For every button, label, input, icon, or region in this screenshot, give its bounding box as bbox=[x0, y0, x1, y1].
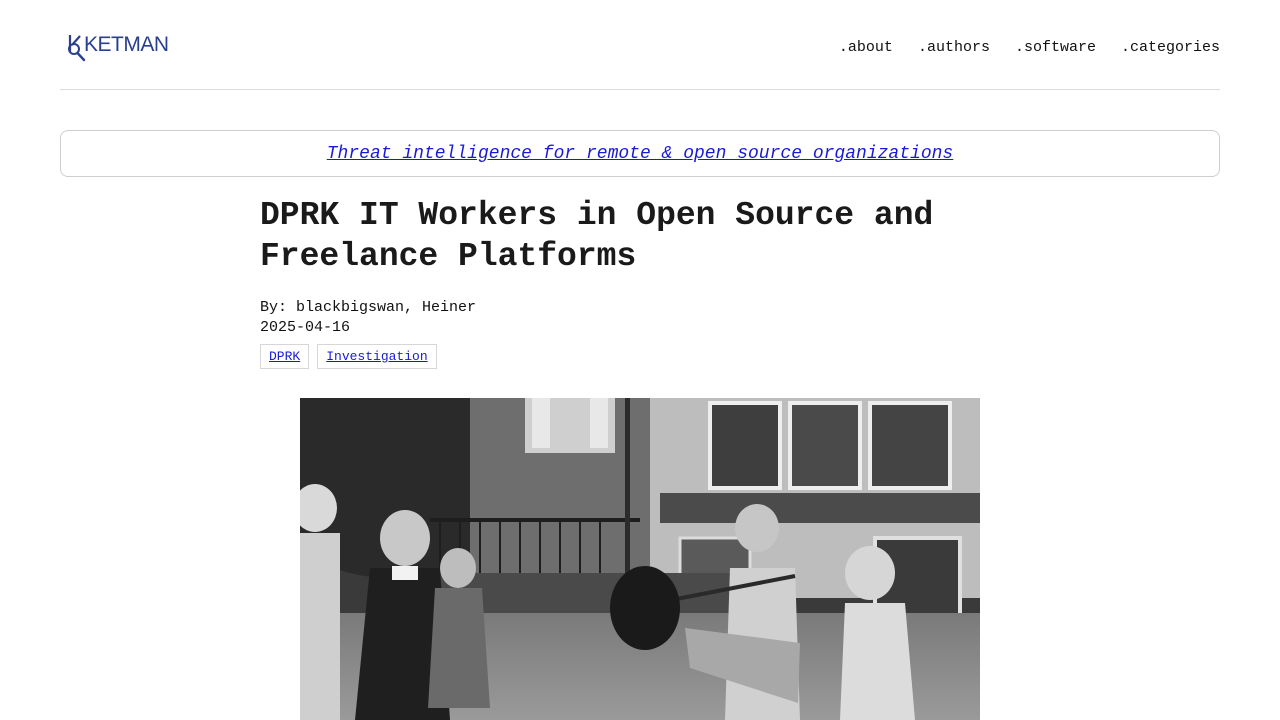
tag-list: DPRK Investigation bbox=[260, 344, 1020, 369]
site-header: KETMAN .about .authors .software .catego… bbox=[60, 0, 1220, 90]
nav-categories[interactable]: .categories bbox=[1121, 39, 1220, 56]
tag-investigation[interactable]: Investigation bbox=[317, 344, 437, 369]
site-logo[interactable]: KETMAN bbox=[64, 32, 169, 64]
tagline-link[interactable]: Threat intelligence for remote & open so… bbox=[327, 144, 954, 164]
article-title: DPRK IT Workers in Open Source and Freel… bbox=[260, 197, 934, 275]
article-meta: By: blackbigswan, Heiner 2025-04-16 bbox=[260, 298, 1020, 338]
tagline-banner: Threat intelligence for remote & open so… bbox=[60, 130, 1220, 177]
nav-authors[interactable]: .authors bbox=[918, 39, 990, 56]
article-header: DPRK IT Workers in Open Source and Freel… bbox=[260, 195, 1020, 369]
nav-software[interactable]: .software bbox=[1015, 39, 1096, 56]
logo-text: KETMAN bbox=[84, 33, 169, 56]
main-nav: .about .authors .software .categories bbox=[814, 39, 1220, 56]
hero-photo bbox=[300, 398, 980, 720]
article-date: 2025-04-16 bbox=[260, 319, 351, 336]
article-hero-image bbox=[300, 398, 980, 720]
tag-dprk[interactable]: DPRK bbox=[260, 344, 310, 369]
article-byline: By: blackbigswan, Heiner bbox=[260, 299, 477, 316]
nav-about[interactable]: .about bbox=[839, 39, 893, 56]
